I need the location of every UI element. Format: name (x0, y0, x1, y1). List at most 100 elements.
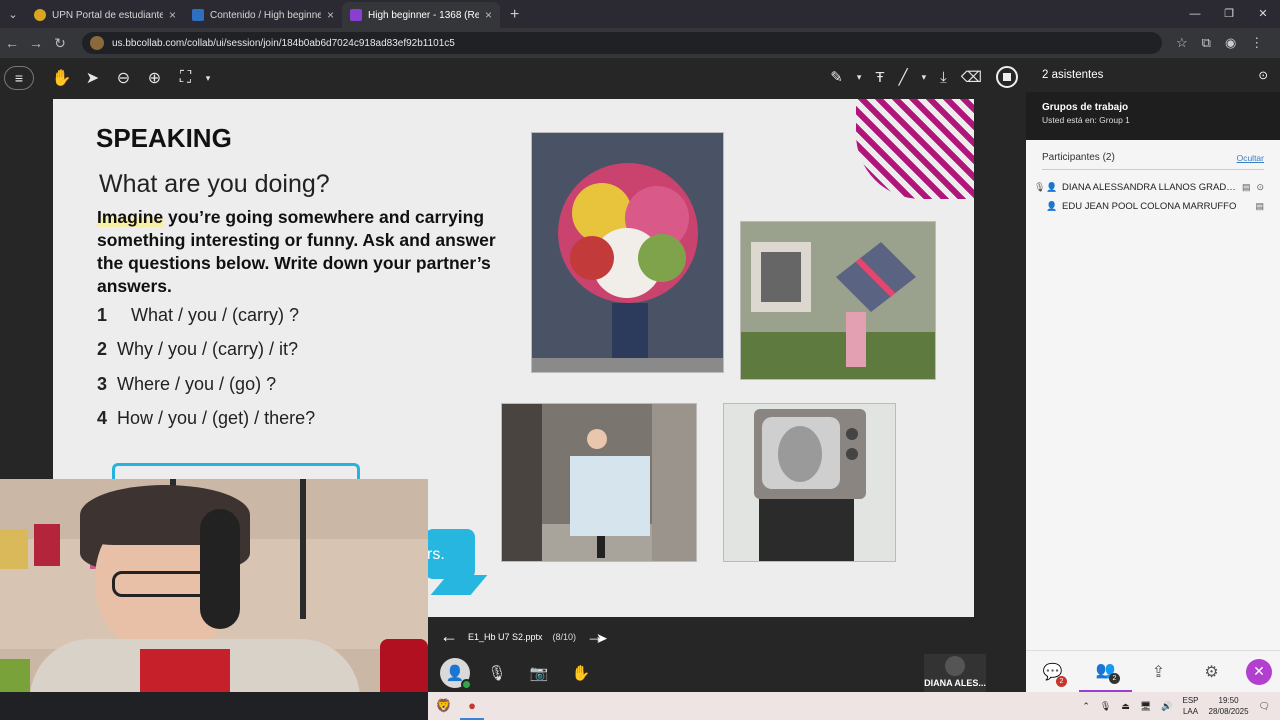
question-number: 2 (97, 339, 108, 359)
webcam-video (0, 479, 428, 692)
annotation-tools: ✎ ▾ Ŧ ╱ ▾ ⤓ ⌫ (830, 66, 1018, 88)
blackboard-favicon-icon (192, 9, 204, 21)
share-content-tab-icon[interactable]: ⇪ (1132, 651, 1185, 693)
microphone-off-icon[interactable]: 🎙 (482, 658, 512, 688)
pencil-icon[interactable]: ✎ (830, 68, 843, 86)
text-tool-icon[interactable]: Ŧ (875, 69, 884, 86)
network-icon[interactable]: 🖥 (1140, 701, 1151, 712)
url-input[interactable]: us.bbcollab.com/collab/ui/session/join/1… (82, 32, 1162, 54)
camera-off-icon[interactable]: 📷 (524, 658, 554, 688)
zoom-in-icon[interactable]: ⊕ (139, 68, 170, 88)
site-info-icon[interactable] (90, 36, 104, 50)
clock-date: 28/08/2025 (1208, 707, 1249, 716)
reload-icon[interactable]: ↻ (48, 35, 72, 52)
forward-icon[interactable]: → (24, 35, 48, 51)
attendees-badge: 2 (1109, 672, 1120, 684)
participant-row[interactable]: 🎙 👤 DIANA ALESSANDRA LLANOS GRADOS ▤ ⊙ (1034, 178, 1264, 197)
slide-question: What are you doing? (99, 170, 330, 198)
fit-screen-icon[interactable]: ⛶ (170, 69, 201, 87)
speaker (380, 639, 428, 692)
speech-bubble: rs. (425, 529, 475, 579)
question-number: 4 (97, 408, 108, 428)
restore-icon[interactable]: ❐ (1212, 0, 1246, 28)
volume-icon[interactable]: 🔊 (1161, 701, 1172, 712)
close-tab-icon[interactable]: × (327, 8, 334, 22)
microphone-icon: 🎙 (1034, 182, 1046, 192)
tab-contenido[interactable]: Contenido / High beginner - 1368 × (184, 2, 342, 28)
highlighted-word: Imagine (97, 207, 164, 227)
more-options-icon[interactable]: ⊙ (1256, 182, 1264, 193)
tray-chevron-icon[interactable]: ⌃ (1082, 701, 1090, 712)
profile-icon[interactable]: ◉ (1225, 35, 1236, 51)
stop-share-icon[interactable] (996, 66, 1018, 88)
question-2: 2 Why / you / (carry) / it? (97, 339, 298, 360)
breakout-groups: Grupos de trabajo Usted está en: Group 1 (1026, 92, 1280, 140)
usb-icon[interactable]: ⏏ (1121, 701, 1130, 712)
participant-video-tile[interactable]: DIANA ALES... (924, 654, 986, 692)
question-number: 1 (97, 305, 108, 325)
slide-navigation: ← E1_Hb U7 S2.pptx (8/10) → (440, 626, 604, 647)
chevron-down-icon[interactable]: ▾ (922, 72, 927, 83)
minimize-icon[interactable]: — (1178, 0, 1212, 28)
settings-tab-icon[interactable]: ⚙ (1185, 651, 1238, 693)
new-tab-icon[interactable]: + (500, 2, 529, 28)
notifications-icon[interactable]: 🗨 (1259, 701, 1270, 712)
participant-tile-name: DIANA ALES... (924, 678, 986, 688)
chevron-down-icon[interactable]: ▾ (857, 72, 862, 83)
question-text: Why / you / (carry) / it? (117, 339, 299, 359)
presentation-icon: ▤ (1255, 201, 1264, 211)
tab-high-beginner[interactable]: High beginner - 1368 (Remote) × (342, 2, 500, 28)
clear-annotations-icon[interactable]: ⌫ (961, 68, 982, 86)
back-icon[interactable]: ← (0, 35, 24, 51)
microphone-tray-icon[interactable]: 🎙 (1100, 701, 1111, 712)
pan-hand-icon[interactable]: ✋ (46, 68, 77, 88)
chrome-icon[interactable]: ● (460, 692, 484, 720)
photo-big-bag (501, 403, 697, 562)
presentation-icon: ▤ (1241, 182, 1251, 192)
raise-hand-icon[interactable]: ✋ (566, 658, 596, 688)
my-status-avatar[interactable]: 👤 (440, 658, 472, 690)
download-icon[interactable]: ⤓ (940, 69, 947, 86)
avatar (945, 656, 965, 676)
tab-search-icon[interactable]: ⌄ (0, 0, 26, 28)
participant-name: DIANA ALESSANDRA LLANOS GRADOS (1062, 182, 1236, 193)
chat-tab-icon[interactable]: 💬 2 (1026, 651, 1079, 693)
slide-title: SPEAKING (96, 123, 232, 153)
user-icon: 👤 (1046, 201, 1058, 211)
close-window-icon[interactable]: ✕ (1246, 0, 1280, 28)
headphones (200, 509, 240, 629)
session-menu-icon[interactable]: ≡ (4, 66, 34, 90)
clock[interactable]: 19:50 28/08/2025 (1209, 695, 1249, 717)
groups-subtitle: Usted está en: Group 1 (1042, 115, 1130, 125)
participant-row[interactable]: 👤 EDU JEAN POOL COLONA MARRUFFO ▤ (1034, 197, 1264, 216)
participants-label: Participantes (2) (1042, 152, 1115, 163)
question-4: 4 How / you / (get) / there? (97, 408, 315, 429)
attendees-tab-icon[interactable]: 👥 2 (1079, 651, 1132, 693)
close-tab-icon[interactable]: × (485, 8, 492, 22)
tab-title: Contenido / High beginner - 1368 (210, 9, 321, 21)
mouse-cursor-icon: ➤ (596, 630, 608, 646)
panel-options-icon[interactable]: ⊙ (1258, 68, 1268, 82)
chevron-down-icon[interactable]: ▾ (201, 73, 215, 84)
zoom-out-icon[interactable]: ⊖ (108, 68, 139, 88)
url-text: us.bbcollab.com/collab/ui/session/join/1… (112, 37, 455, 49)
language-indicator[interactable]: ESP LAA (1183, 695, 1199, 717)
language-code: ESP (1182, 696, 1199, 705)
pointer-icon[interactable]: ➤ (77, 68, 108, 88)
line-tool-icon[interactable]: ╱ (899, 68, 908, 86)
close-tab-icon[interactable]: × (169, 8, 176, 22)
hide-link[interactable]: Ocultar (1237, 153, 1264, 163)
question-text: Where / you / (go) ? (117, 374, 277, 394)
os-taskbar: 🦁 ● ⌃ 🎙 ⏏ 🖥 🔊 ESP LAA 19:50 28/08/2025 🗨 (428, 692, 1280, 720)
question-number: 3 (97, 374, 108, 394)
menu-dots-icon[interactable]: ⋮ (1250, 35, 1263, 51)
extensions-icon[interactable]: ⧉ (1202, 35, 1211, 51)
previous-slide-icon[interactable]: ← (440, 626, 458, 647)
groups-title: Grupos de trabajo (1042, 102, 1129, 113)
close-panel-icon[interactable]: ✕ (1246, 658, 1272, 685)
photo-gift-box (740, 221, 936, 380)
tab-upn-portal[interactable]: UPN Portal de estudiantes × (26, 2, 184, 28)
brave-browser-icon[interactable]: 🦁 (432, 692, 456, 720)
attendees-count: 2 asistentes (1042, 69, 1104, 81)
bookmark-star-icon[interactable]: ☆ (1176, 35, 1188, 51)
